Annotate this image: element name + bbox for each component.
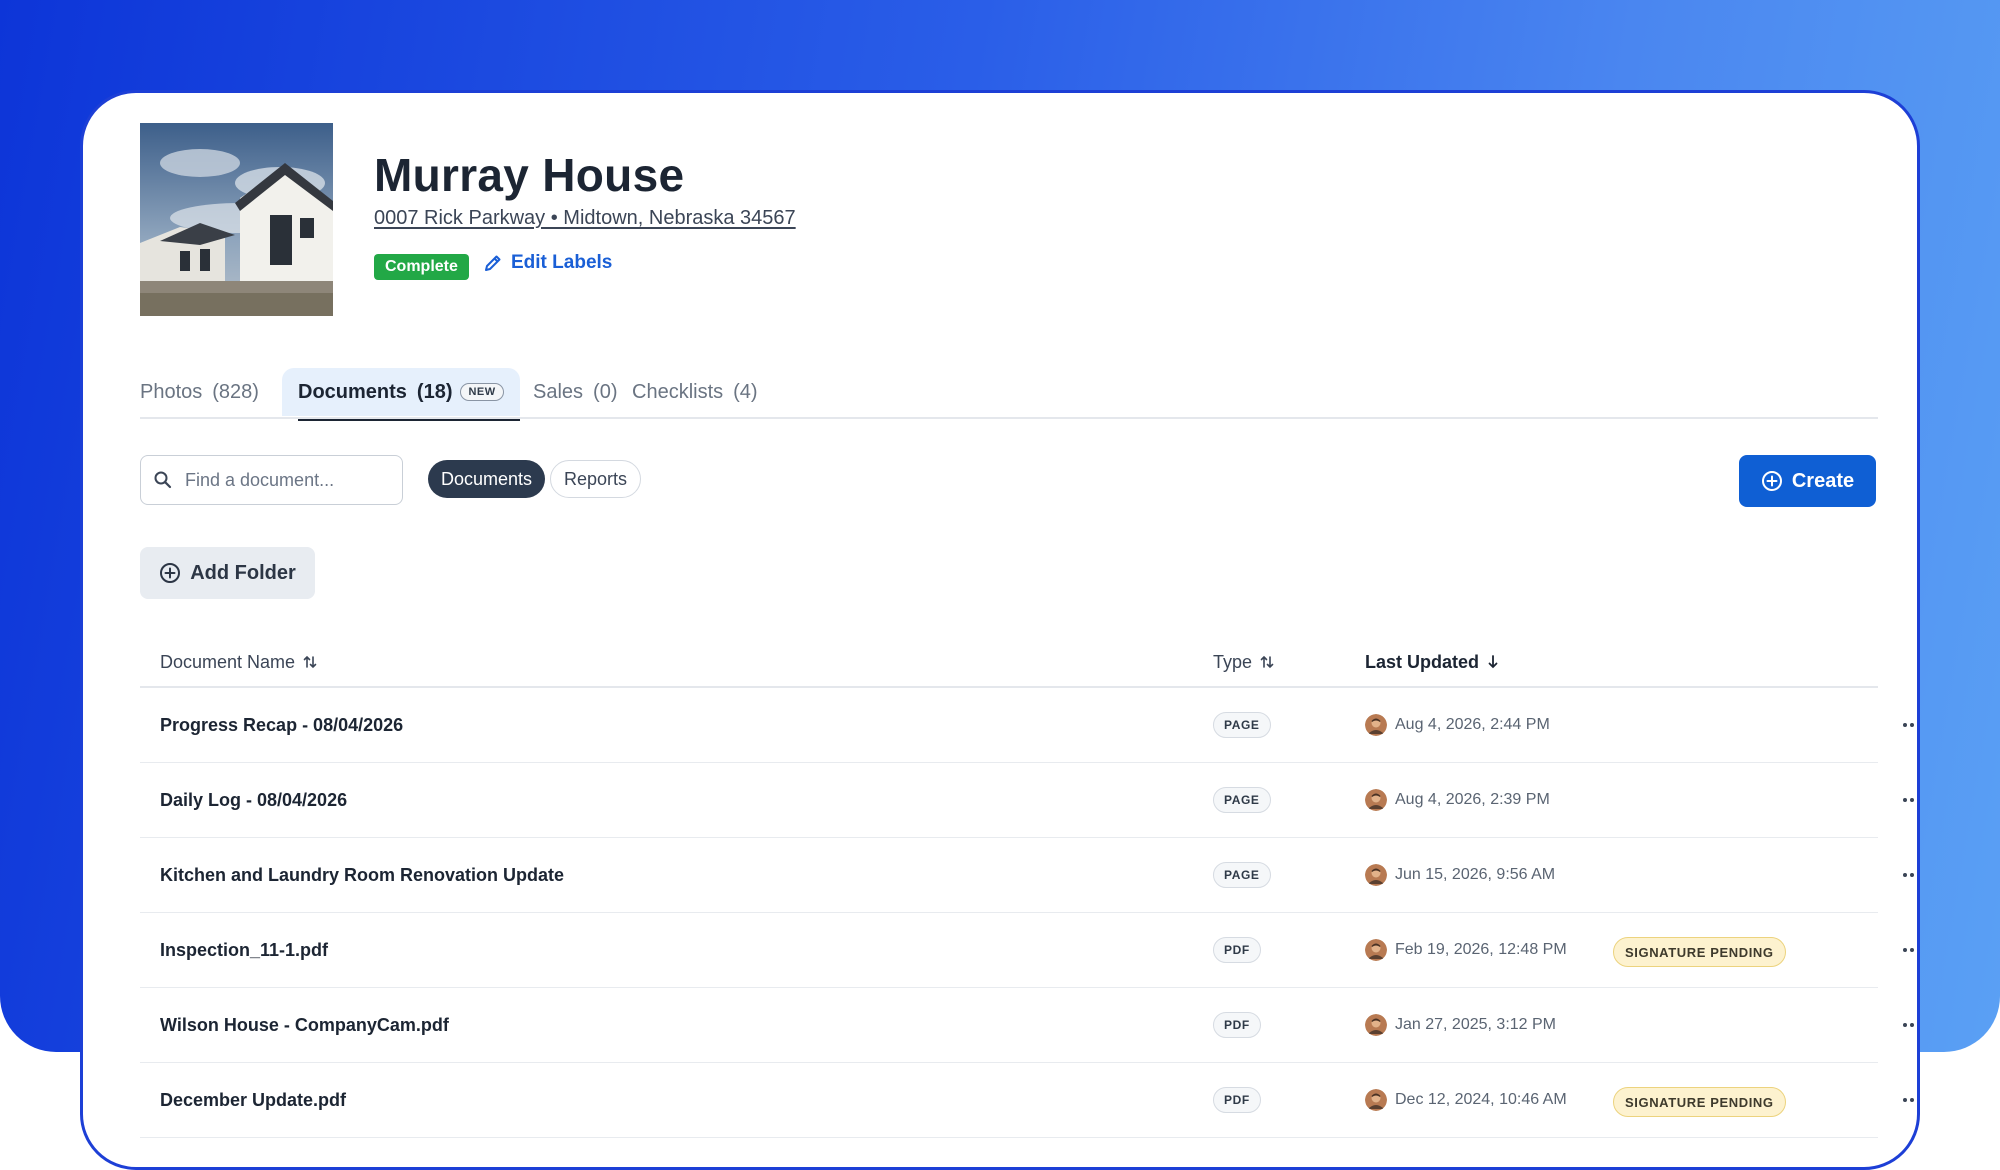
status-label-complete[interactable]: Complete	[374, 254, 469, 280]
document-name[interactable]: Inspection_11-1.pdf	[160, 913, 328, 987]
last-updated: Aug 4, 2026, 2:44 PM	[1365, 688, 1550, 762]
last-updated: Feb 19, 2026, 12:48 PM	[1365, 913, 1567, 987]
type-badge: PDF	[1213, 1012, 1261, 1038]
tabs-divider	[140, 417, 1878, 419]
signature-pending-badge: SIGNATURE PENDING	[1613, 1087, 1786, 1117]
documents-table: Document Name Type Last Updated Progress…	[140, 638, 1914, 1138]
more-icon	[1903, 798, 1917, 802]
table-row[interactable]: December Update.pdf PDF Dec 12, 2024, 10…	[140, 1063, 1914, 1138]
plus-circle-icon	[1761, 470, 1783, 492]
tab-checklists-label: Checklists	[632, 380, 724, 403]
tab-photos-count: (828)	[212, 380, 259, 403]
sort-icon	[1260, 654, 1274, 670]
search-icon	[153, 470, 173, 490]
more-icon	[1903, 873, 1917, 877]
sort-icon	[303, 654, 317, 670]
column-type[interactable]: Type	[1213, 638, 1274, 686]
row-actions-button[interactable]	[1898, 938, 1917, 962]
last-updated-text: Dec 12, 2024, 10:46 AM	[1395, 1091, 1567, 1108]
filter-reports[interactable]: Reports	[550, 460, 642, 498]
tab-checklists[interactable]: Checklists (4)	[632, 368, 758, 416]
tab-documents-count: (18)	[416, 380, 453, 403]
column-type-label: Type	[1213, 651, 1253, 672]
new-badge: NEW	[460, 383, 504, 401]
last-updated-text: Jun 15, 2026, 9:56 AM	[1395, 866, 1556, 883]
tab-photos[interactable]: Photos (828)	[140, 368, 259, 416]
document-name[interactable]: Kitchen and Laundry Room Renovation Upda…	[160, 838, 564, 912]
more-icon	[1903, 948, 1917, 952]
more-icon	[1903, 1098, 1917, 1102]
project-tabs: Photos (828) Documents (18) NEW Sales (0…	[140, 368, 1917, 421]
tab-documents-label: Documents	[298, 380, 407, 403]
signature-pending-badge: SIGNATURE PENDING	[1613, 937, 1786, 967]
table-row[interactable]: Daily Log - 08/04/2026 PAGE Aug 4, 2026,…	[140, 763, 1914, 838]
column-document-name-label: Document Name	[160, 651, 296, 672]
column-document-name[interactable]: Document Name	[160, 638, 317, 686]
document-search[interactable]	[140, 455, 403, 505]
table-row[interactable]: Inspection_11-1.pdf PDF Feb 19, 2026, 12…	[140, 913, 1914, 988]
table-row[interactable]: Progress Recap - 08/04/2026 PAGE Aug 4, …	[140, 688, 1914, 763]
type-badge: PDF	[1213, 1087, 1261, 1113]
type-badge: PAGE	[1213, 712, 1271, 738]
pencil-icon	[483, 253, 503, 273]
user-avatar	[1365, 1014, 1387, 1036]
edit-labels-button[interactable]: Edit Labels	[483, 252, 612, 274]
more-icon	[1903, 1023, 1917, 1027]
type-badge: PDF	[1213, 937, 1261, 963]
arrow-down-icon	[1487, 654, 1499, 670]
more-icon	[1903, 723, 1917, 727]
user-avatar	[1365, 789, 1387, 811]
column-last-updated-label: Last Updated	[1365, 651, 1480, 672]
last-updated-text: Jan 27, 2025, 3:12 PM	[1395, 1016, 1556, 1033]
document-name[interactable]: Progress Recap - 08/04/2026	[160, 688, 403, 762]
tab-sales[interactable]: Sales (0)	[533, 368, 617, 416]
row-actions-button[interactable]	[1898, 863, 1917, 887]
type-badge: PAGE	[1213, 787, 1271, 813]
document-name[interactable]: Wilson House - CompanyCam.pdf	[160, 988, 449, 1062]
last-updated-text: Feb 19, 2026, 12:48 PM	[1395, 941, 1567, 958]
project-title: Murray House	[374, 149, 685, 201]
create-button[interactable]: Create	[1739, 455, 1876, 507]
user-avatar	[1365, 1089, 1387, 1111]
plus-circle-icon	[159, 562, 181, 584]
tab-sales-count: (0)	[593, 380, 618, 403]
table-row[interactable]: Kitchen and Laundry Room Renovation Upda…	[140, 838, 1914, 913]
project-address[interactable]: 0007 Rick Parkway • Midtown, Nebraska 34…	[374, 207, 796, 230]
row-actions-button[interactable]	[1898, 1013, 1917, 1037]
document-name[interactable]: December Update.pdf	[160, 1063, 346, 1137]
user-avatar	[1365, 864, 1387, 886]
row-actions-button[interactable]	[1898, 1088, 1917, 1112]
document-name[interactable]: Daily Log - 08/04/2026	[160, 763, 347, 837]
table-header: Document Name Type Last Updated	[140, 638, 1878, 688]
row-actions-button[interactable]	[1898, 713, 1917, 737]
column-last-updated[interactable]: Last Updated	[1365, 638, 1499, 686]
add-folder-button[interactable]: Add Folder	[140, 547, 315, 599]
last-updated: Jan 27, 2025, 3:12 PM	[1365, 988, 1556, 1062]
last-updated: Aug 4, 2026, 2:39 PM	[1365, 763, 1550, 837]
tab-checklists-count: (4)	[733, 380, 758, 403]
add-folder-label: Add Folder	[190, 561, 296, 584]
tab-photos-label: Photos	[140, 380, 203, 403]
user-avatar	[1365, 939, 1387, 961]
tab-sales-label: Sales	[533, 380, 584, 403]
create-button-label: Create	[1791, 469, 1855, 492]
type-badge: PAGE	[1213, 862, 1271, 888]
table-row[interactable]: Wilson House - CompanyCam.pdf PDF Jan 27…	[140, 988, 1914, 1063]
row-actions-button[interactable]	[1898, 788, 1917, 812]
tab-documents[interactable]: Documents (18) NEW	[282, 368, 520, 421]
edit-labels-text: Edit Labels	[511, 252, 613, 273]
search-input[interactable]	[183, 468, 377, 492]
last-updated-text: Aug 4, 2026, 2:39 PM	[1395, 791, 1550, 808]
last-updated: Dec 12, 2024, 10:46 AM	[1365, 1063, 1567, 1137]
project-card: Murray House 0007 Rick Parkway • Midtown…	[80, 90, 1920, 1170]
user-avatar	[1365, 714, 1387, 736]
project-photo[interactable]	[140, 123, 333, 316]
filter-documents[interactable]: Documents	[428, 460, 546, 498]
last-updated: Jun 15, 2026, 9:56 AM	[1365, 838, 1555, 912]
last-updated-text: Aug 4, 2026, 2:44 PM	[1395, 716, 1550, 733]
